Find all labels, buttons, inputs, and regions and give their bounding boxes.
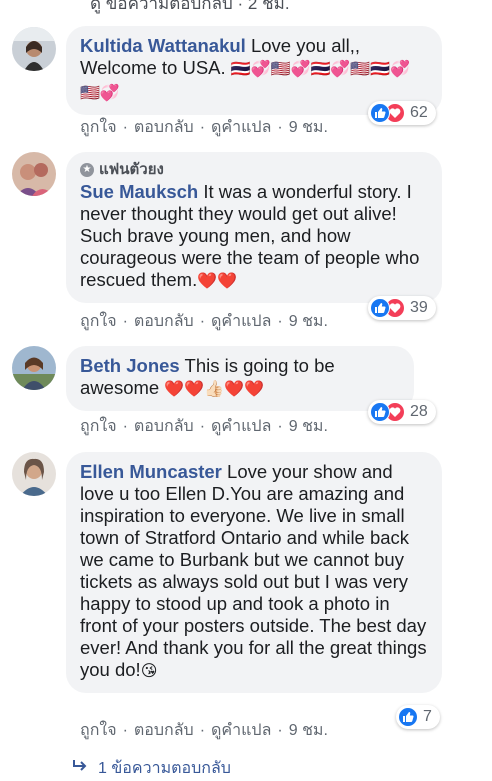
reaction-summary[interactable]: 7 <box>396 705 440 729</box>
reply-link[interactable]: ตอบกลับ <box>134 313 194 330</box>
comment-bubble: Beth Jones This is going to be awesome ❤… <box>66 346 414 411</box>
translate-link[interactable]: ดูคำแปล <box>211 418 271 435</box>
comment-time[interactable]: 9 ชม. <box>289 119 328 136</box>
avatar[interactable] <box>12 452 56 496</box>
comment-actions: ถูกใจ · ตอบกลับ · ดูคำแปล · 9 ชม. <box>80 119 328 136</box>
avatar[interactable] <box>12 27 56 71</box>
author-name[interactable]: Ellen Muncaster <box>80 461 222 482</box>
comment-bubble: ★ แฟนตัวยง Sue Mauksch It was a wonderfu… <box>66 152 442 303</box>
author-name[interactable]: Beth Jones <box>80 355 180 376</box>
like-link[interactable]: ถูกใจ <box>80 313 117 330</box>
comment-emoji: ❤️❤️ <box>197 273 238 290</box>
reaction-count: 62 <box>410 104 428 121</box>
like-link[interactable]: ถูกใจ <box>80 119 117 136</box>
comment-time[interactable]: 9 ชม. <box>289 313 328 330</box>
reply-link[interactable]: ตอบกลับ <box>134 119 194 136</box>
author-name[interactable]: Sue Mauksch <box>80 181 198 202</box>
author-name[interactable]: Kultida Wattanakul <box>80 35 246 56</box>
like-link[interactable]: ถูกใจ <box>80 418 117 435</box>
like-icon <box>370 402 390 422</box>
view-replies-link[interactable]: 1 ข้อความตอบกลับ <box>72 756 231 781</box>
comment-time[interactable]: 9 ชม. <box>289 418 328 435</box>
avatar[interactable] <box>12 152 56 196</box>
comment-emoji: 😘 <box>140 663 158 680</box>
translate-link[interactable]: ดูคำแปล <box>211 313 271 330</box>
avatar[interactable] <box>12 346 56 390</box>
like-link[interactable]: ถูกใจ <box>80 722 117 739</box>
reply-arrow-icon <box>72 759 88 778</box>
comment-emoji: ❤️❤️👍🏻❤️❤️ <box>164 381 264 398</box>
reply-link[interactable]: ตอบกลับ <box>134 418 194 435</box>
reaction-count: 28 <box>410 403 428 420</box>
replies-count-label[interactable]: 1 ข้อความตอบกลับ <box>98 756 231 781</box>
comment-text: Love your show and love u too Ellen D.Yo… <box>80 461 427 680</box>
badge-label: แฟนตัวยง <box>99 161 164 178</box>
comment-bubble: Ellen Muncaster Love your show and love … <box>66 452 442 693</box>
comment-actions: ถูกใจ · ตอบกลับ · ดูคำแปล · 9 ชม. <box>80 722 328 739</box>
comment-actions: ถูกใจ · ตอบกลับ · ดูคำแปล · 9 ชม. <box>80 418 328 435</box>
like-icon <box>370 103 390 123</box>
previous-comment-cut-text: ดู ข้อความตอบกลับ · 2 ชม. <box>90 0 290 13</box>
reaction-count: 7 <box>423 708 432 725</box>
reaction-summary[interactable]: 62 <box>368 101 436 125</box>
translate-link[interactable]: ดูคำแปล <box>211 722 271 739</box>
reply-link[interactable]: ตอบกลับ <box>134 722 194 739</box>
top-fan-badge: ★ แฟนตัวยง <box>80 161 428 179</box>
comment-actions: ถูกใจ · ตอบกลับ · ดูคำแปล · 9 ชม. <box>80 313 328 330</box>
like-icon <box>398 707 418 727</box>
like-icon <box>370 298 390 318</box>
translate-link[interactable]: ดูคำแปล <box>211 119 271 136</box>
reaction-count: 39 <box>410 299 428 316</box>
reaction-summary[interactable]: 39 <box>368 296 436 320</box>
top-fan-icon: ★ <box>80 163 94 177</box>
reaction-summary[interactable]: 28 <box>368 400 436 424</box>
comment-time[interactable]: 9 ชม. <box>289 722 328 739</box>
